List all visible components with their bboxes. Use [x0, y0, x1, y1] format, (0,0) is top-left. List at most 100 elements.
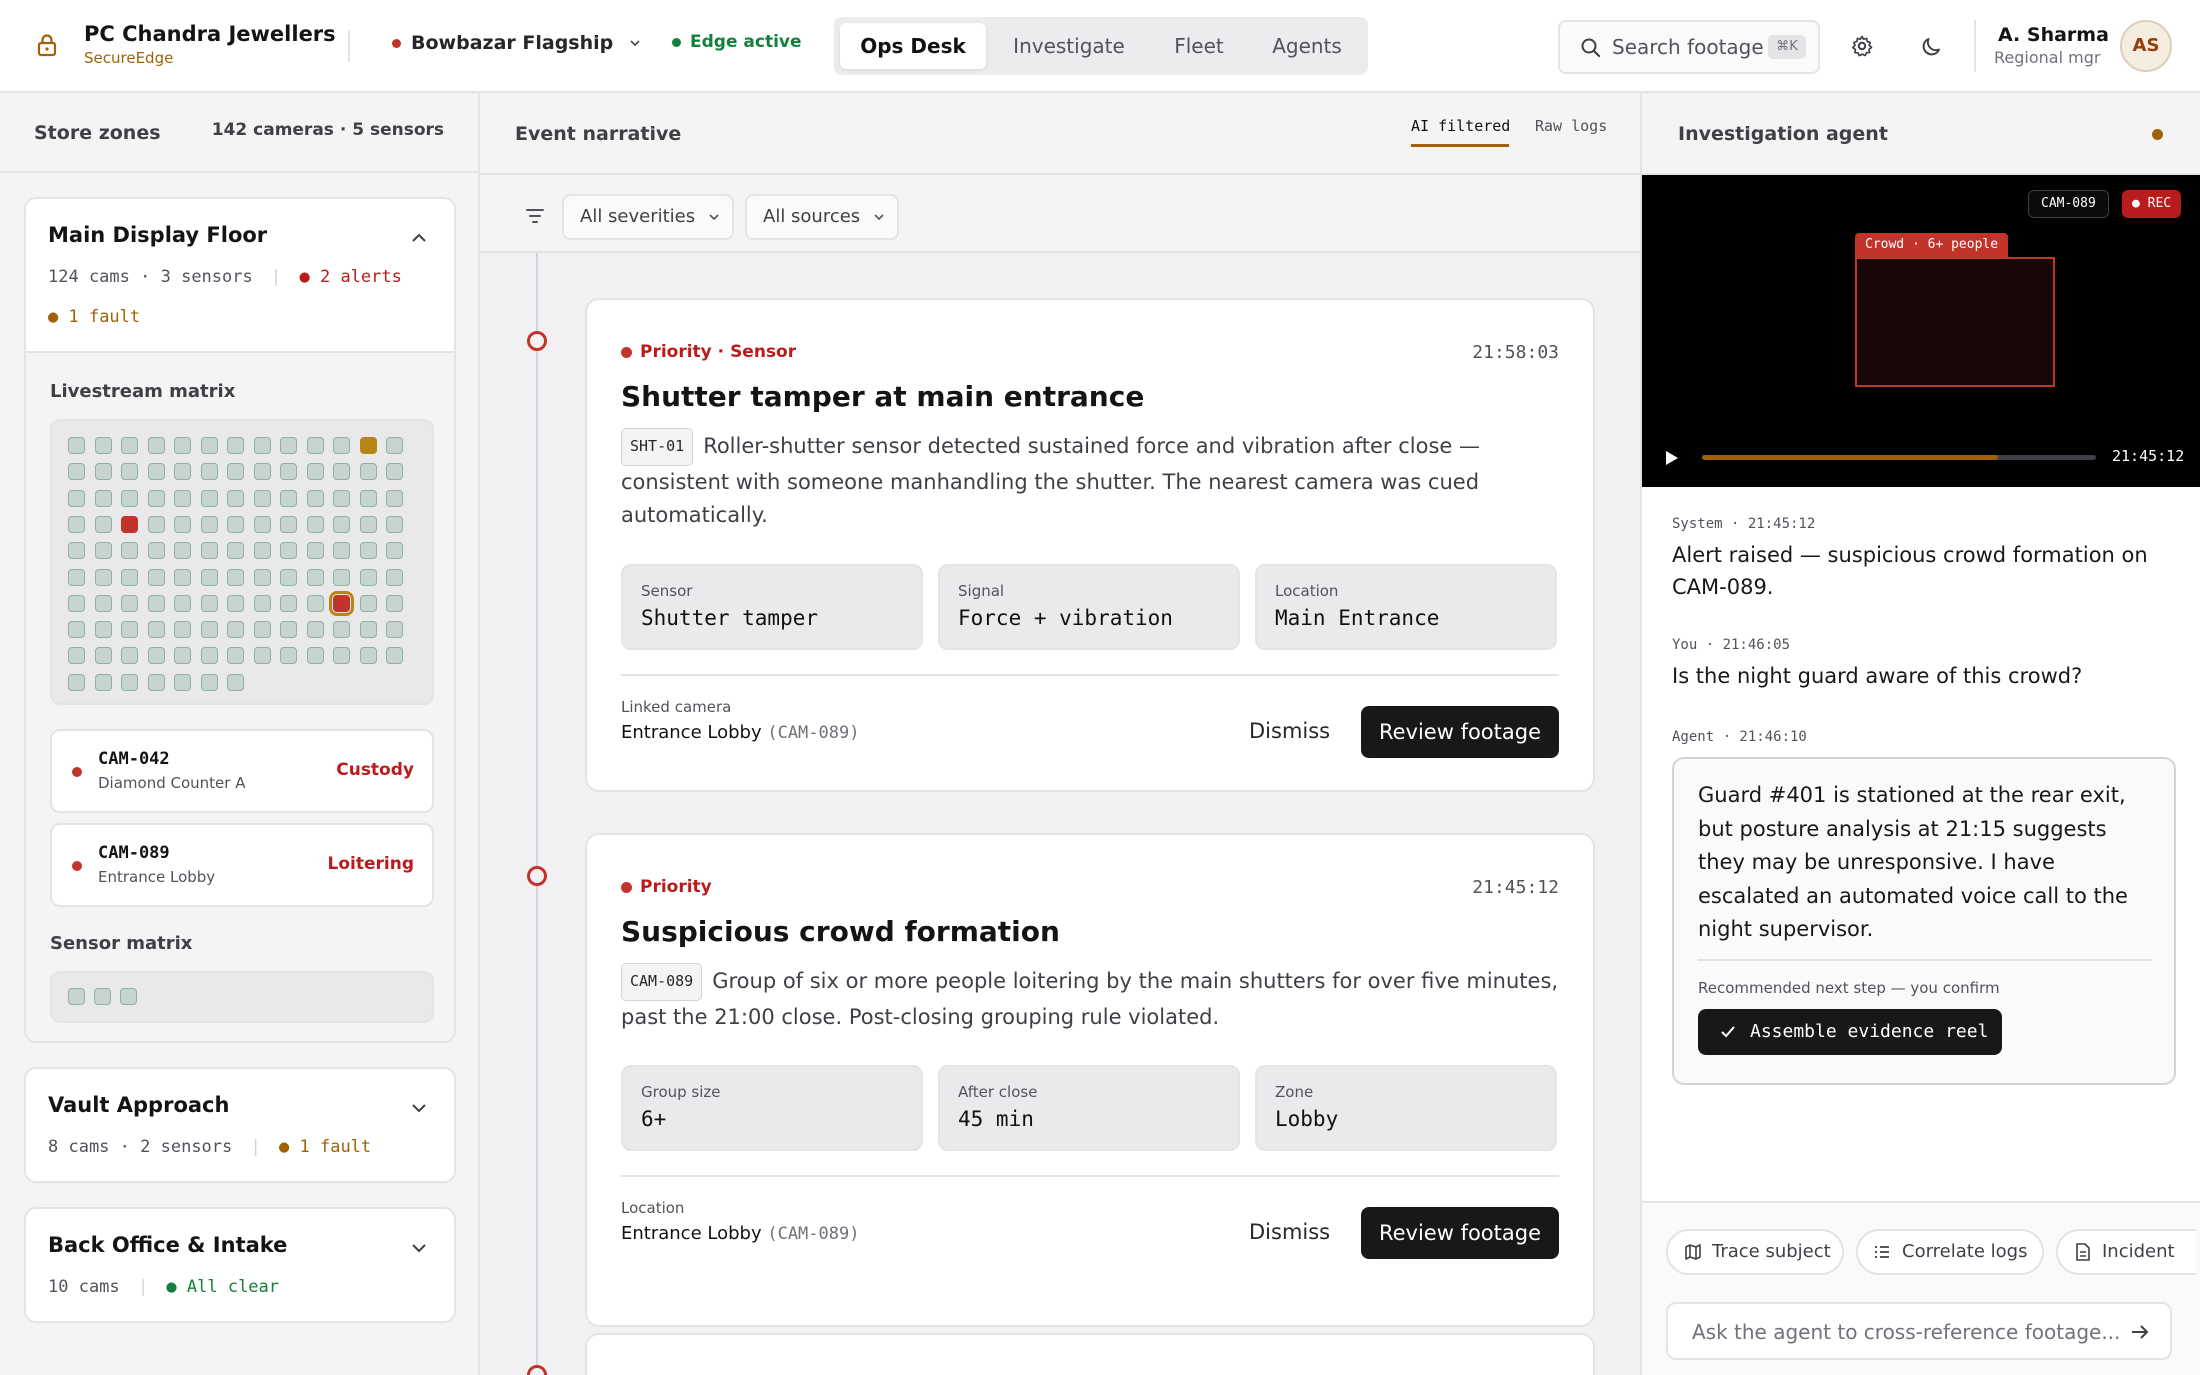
- dismiss-button[interactable]: Dismiss: [1249, 1220, 1330, 1244]
- view-ai-filtered[interactable]: AI filtered: [1411, 117, 1510, 135]
- camera-cell[interactable]: [147, 673, 165, 691]
- camera-cell[interactable]: [359, 437, 377, 454]
- camera-cell[interactable]: [174, 621, 191, 639]
- camera-cell[interactable]: [227, 647, 244, 665]
- incident-button[interactable]: Incident: [2056, 1229, 2196, 1275]
- search-footage-button[interactable]: Search footage ⌘K: [1558, 20, 1820, 74]
- camera-cell[interactable]: [253, 515, 271, 533]
- camera-card-cam-042[interactable]: CAM-042 Diamond Counter A Custody: [50, 729, 434, 813]
- sensor-cell[interactable]: [120, 988, 137, 1005]
- camera-cell[interactable]: [94, 542, 112, 560]
- camera-cell[interactable]: [174, 673, 191, 691]
- camera-cell[interactable]: [280, 594, 297, 612]
- camera-cell[interactable]: [359, 594, 377, 612]
- camera-cell[interactable]: [280, 568, 297, 586]
- camera-cell[interactable]: [329, 590, 354, 616]
- camera-cell[interactable]: [174, 594, 191, 612]
- camera-cell[interactable]: [94, 621, 112, 639]
- camera-cell[interactable]: [306, 463, 324, 481]
- camera-cell[interactable]: [174, 647, 191, 665]
- camera-cell[interactable]: [200, 568, 218, 586]
- agent-input[interactable]: Ask the agent to cross-reference footage…: [1666, 1302, 2172, 1360]
- camera-cell[interactable]: [121, 568, 138, 586]
- camera-card-cam-089[interactable]: CAM-089 Entrance Lobby Loitering: [50, 823, 434, 907]
- camera-cell[interactable]: [386, 568, 403, 586]
- camera-cell[interactable]: [200, 437, 218, 454]
- camera-cell[interactable]: [200, 621, 218, 639]
- camera-cell[interactable]: [253, 489, 271, 507]
- camera-cell[interactable]: [253, 463, 271, 481]
- camera-cell[interactable]: [306, 542, 324, 560]
- camera-cell[interactable]: [386, 647, 403, 665]
- camera-cell[interactable]: [68, 647, 85, 665]
- camera-cell[interactable]: [306, 647, 324, 665]
- moon-icon[interactable]: [1920, 34, 1944, 58]
- avatar[interactable]: AS: [2120, 20, 2172, 72]
- camera-cell[interactable]: [121, 489, 138, 507]
- chevron-up-icon[interactable]: [410, 229, 428, 247]
- camera-cell[interactable]: [227, 568, 244, 586]
- sensor-cell[interactable]: [94, 988, 111, 1005]
- camera-cell[interactable]: [121, 515, 138, 533]
- camera-cell[interactable]: [386, 542, 403, 560]
- camera-cell[interactable]: [359, 568, 377, 586]
- camera-cell[interactable]: [94, 568, 112, 586]
- zone-card-vault-approach[interactable]: Vault Approach 8 cams · 2 sensors | ● 1 …: [24, 1067, 456, 1183]
- camera-cell[interactable]: [68, 463, 85, 481]
- source-filter[interactable]: All sources: [745, 194, 899, 240]
- camera-cell[interactable]: [121, 463, 138, 481]
- camera-cell[interactable]: [200, 463, 218, 481]
- camera-cell[interactable]: [94, 647, 112, 665]
- linked-camera-value[interactable]: Entrance Lobby (CAM-089): [621, 722, 859, 743]
- camera-cell[interactable]: [253, 542, 271, 560]
- camera-cell[interactable]: [280, 515, 297, 533]
- camera-cell[interactable]: [68, 437, 85, 454]
- store-selector[interactable]: Bowbazar Flagship: [392, 32, 643, 54]
- camera-cell[interactable]: [121, 621, 138, 639]
- assemble-evidence-reel-button[interactable]: Assemble evidence reel: [1698, 1009, 2002, 1055]
- camera-cell[interactable]: [333, 542, 350, 560]
- camera-cell[interactable]: [386, 437, 403, 454]
- correlate-logs-button[interactable]: Correlate logs: [1856, 1229, 2044, 1275]
- camera-cell[interactable]: [253, 621, 271, 639]
- camera-cell[interactable]: [280, 489, 297, 507]
- camera-cell[interactable]: [147, 594, 165, 612]
- camera-cell[interactable]: [200, 515, 218, 533]
- camera-cell[interactable]: [333, 437, 350, 454]
- camera-cell[interactable]: [200, 647, 218, 665]
- zone-card-back-office-intake[interactable]: Back Office & Intake 10 cams | ● All cle…: [24, 1207, 456, 1323]
- camera-cell[interactable]: [359, 515, 377, 533]
- review-footage-button[interactable]: Review footage: [1361, 706, 1559, 758]
- camera-cell[interactable]: [200, 594, 218, 612]
- detection-box[interactable]: [1855, 257, 2055, 387]
- camera-cell[interactable]: [121, 647, 138, 665]
- camera-cell[interactable]: [306, 489, 324, 507]
- camera-cell[interactable]: [174, 437, 191, 454]
- camera-cell[interactable]: [94, 673, 112, 691]
- severity-filter[interactable]: All severities: [562, 194, 734, 240]
- camera-cell[interactable]: [147, 542, 165, 560]
- camera-cell[interactable]: [306, 568, 324, 586]
- camera-cell[interactable]: [253, 568, 271, 586]
- camera-cell[interactable]: [333, 515, 350, 533]
- video-player[interactable]: CAM-089 ● REC Crowd · 6+ people 21:45:12: [1642, 175, 2200, 487]
- gear-icon[interactable]: [1850, 34, 1874, 58]
- location-value[interactable]: Entrance Lobby (CAM-089): [621, 1223, 859, 1244]
- camera-cell[interactable]: [280, 647, 297, 665]
- camera-cell[interactable]: [359, 489, 377, 507]
- camera-cell[interactable]: [227, 542, 244, 560]
- camera-cell[interactable]: [333, 489, 350, 507]
- review-footage-button[interactable]: Review footage: [1361, 1207, 1559, 1259]
- camera-cell[interactable]: [227, 594, 244, 612]
- camera-cell[interactable]: [386, 489, 403, 507]
- camera-cell[interactable]: [68, 621, 85, 639]
- dismiss-button[interactable]: Dismiss: [1249, 719, 1330, 743]
- camera-cell[interactable]: [147, 463, 165, 481]
- camera-cell[interactable]: [121, 673, 138, 691]
- camera-cell[interactable]: [227, 621, 244, 639]
- camera-cell[interactable]: [174, 515, 191, 533]
- camera-cell[interactable]: [68, 673, 85, 691]
- camera-cell[interactable]: [147, 515, 165, 533]
- tab-ops-desk[interactable]: Ops Desk: [840, 23, 986, 69]
- camera-cell[interactable]: [94, 437, 112, 454]
